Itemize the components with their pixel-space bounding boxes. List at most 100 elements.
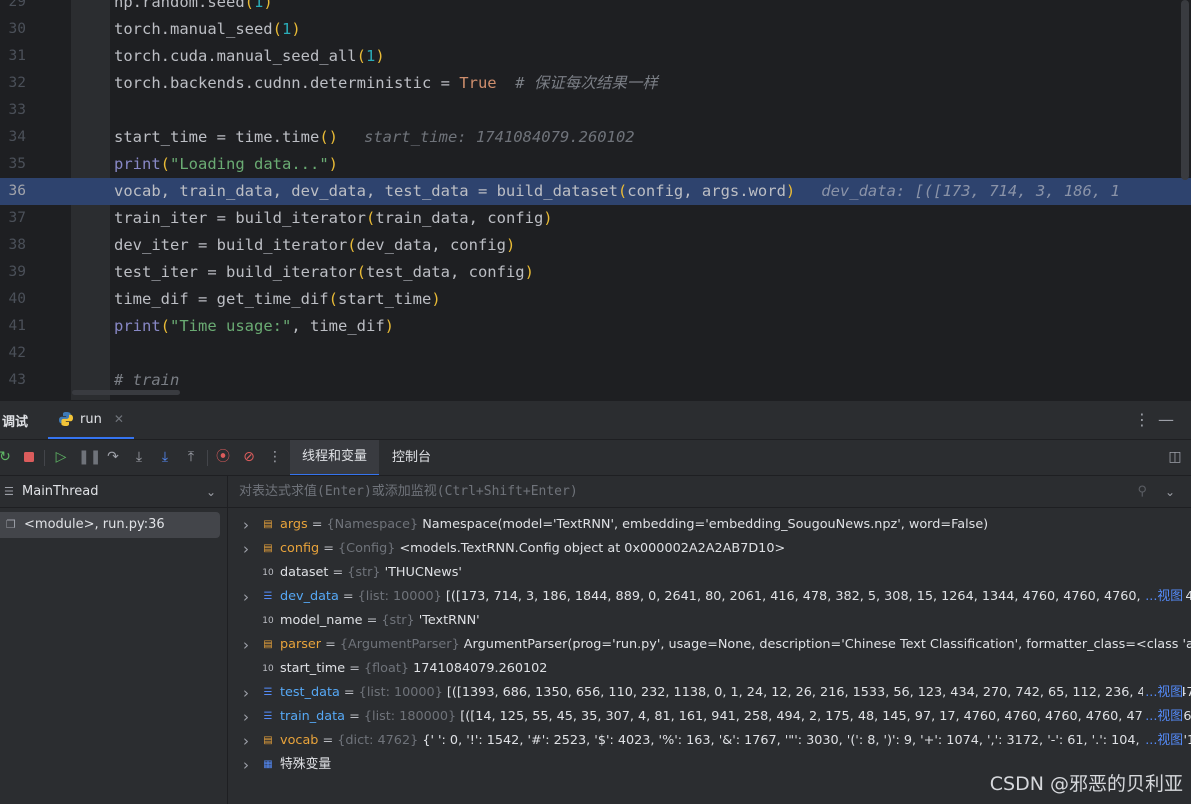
line-number[interactable]: 38 (0, 232, 26, 259)
variable-name: test_data (280, 685, 340, 700)
line-number[interactable]: 41 (0, 313, 26, 340)
variable-type: {Namespace} (326, 517, 419, 532)
variable-row[interactable]: 10 model_name = {str} 'TextRNN' (228, 609, 1191, 633)
expand-chevron-icon[interactable]: › (243, 705, 249, 729)
code-token: ( (347, 236, 357, 254)
view-link[interactable]: ...视图 (1143, 681, 1183, 705)
view-breakpoints-icon[interactable]: ⦿ (214, 448, 232, 466)
code-line[interactable]: 34 start_time = time.time() start_time: 17… (0, 124, 1191, 151)
resume-icon[interactable]: ▷ (52, 448, 70, 466)
line-number[interactable]: 43 (0, 367, 26, 394)
code-editor[interactable]: 29 np.random.seed(1) 30 torch.manual_seed(1… (0, 0, 1191, 400)
minimize-icon[interactable]: — (1158, 410, 1174, 429)
variable-row[interactable]: › ☰ test_data = {list: 10000} [([1393, 686… (228, 681, 1191, 705)
equals-sign: = (345, 709, 364, 724)
layout-icon[interactable]: ◫ (1166, 448, 1184, 466)
line-number[interactable]: 33 (0, 97, 26, 124)
line-number[interactable]: 34 (0, 124, 26, 151)
equals-sign: = (319, 541, 339, 556)
tab-run[interactable]: run ✕ (48, 401, 134, 439)
code-line[interactable]: 41 print("Time usage:", time_dif) (0, 313, 1191, 340)
object-icon: ▤ (263, 519, 273, 530)
line-number[interactable]: 40 (0, 286, 26, 313)
pause-icon[interactable]: ❚❚ (78, 448, 101, 466)
code-token: dev_iter = build_iterator (114, 236, 348, 254)
line-number[interactable]: 39 (0, 259, 26, 286)
expand-chevron-icon[interactable]: › (243, 753, 249, 777)
code-token: dev_data, config (356, 236, 506, 254)
watermark: CSDN @邪恶的贝利亚 (989, 773, 1183, 795)
variable-text: dev_data = {list: 10000} [([173, 714, 3,… (280, 585, 1191, 609)
variable-row[interactable]: › ▤ vocab = {dict: 4762} {' ': 0, '!': 154… (228, 729, 1191, 753)
add-watch-icon[interactable]: ⚲ (1137, 476, 1147, 508)
frame-label: <module>, run.py:36 (24, 517, 165, 532)
code-line[interactable]: 35 print("Loading data...") (0, 151, 1191, 178)
line-number[interactable]: 37 (0, 205, 26, 232)
code-line[interactable]: 38 dev_iter = build_iterator(dev_data, co… (0, 232, 1191, 259)
equals-sign: = (307, 517, 327, 532)
expand-chevron-icon[interactable]: › (243, 729, 249, 753)
expand-chevron-icon[interactable]: › (243, 537, 249, 561)
line-number[interactable]: 35 (0, 151, 26, 178)
code-line[interactable]: 37 train_iter = build_iterator(train_data… (0, 205, 1191, 232)
line-number[interactable]: 31 (0, 43, 26, 70)
variable-row[interactable]: › ☰ train_data = {list: 180000} [([14, 125… (228, 705, 1191, 729)
view-link[interactable]: ...视图 (1143, 705, 1183, 729)
variable-row[interactable]: › ☰ dev_data = {list: 10000} [([173, 714, … (228, 585, 1191, 609)
variable-value: {' ': 0, '!': 1542, '#': 2523, '$': 4023… (422, 733, 1191, 748)
current-execution-line[interactable]: 36 vocab, train_data, dev_data, test_data… (0, 178, 1191, 205)
variable-name: config (280, 541, 320, 556)
code-token: ) (291, 20, 301, 38)
variables-panel: 对表达式求值(Enter)或添加监视(Ctrl+Shift+Enter) ⚲ ⌄… (228, 475, 1191, 804)
rerun-icon[interactable]: ↻ (0, 448, 14, 466)
code-line[interactable]: 39 test_iter = build_iterator(test_data, … (0, 259, 1191, 286)
line-number[interactable]: 36 (0, 178, 26, 205)
evaluate-expression-input[interactable]: 对表达式求值(Enter)或添加监视(Ctrl+Shift+Enter) ⚲ ⌄ (228, 476, 1191, 508)
tab-console[interactable]: 控制台 (380, 440, 443, 476)
more-actions-icon[interactable]: ⋮ (266, 448, 284, 466)
variable-name: parser (280, 637, 322, 652)
code-token: np.random.seed (114, 0, 245, 11)
mute-breakpoints-icon[interactable]: ⊘ (240, 448, 258, 466)
code-token: ( (328, 290, 338, 308)
line-number[interactable]: 42 (0, 340, 26, 367)
step-into-icon[interactable]: ⤓ (130, 448, 148, 466)
code-line[interactable]: 32 torch.backends.cudnn.deterministic = T… (0, 70, 1191, 97)
step-over-icon[interactable]: ↷ (104, 448, 122, 466)
variable-row[interactable]: › ▤ config = {Config} <models.TextRNN.Conf… (228, 537, 1191, 561)
variable-name: model_name (280, 613, 363, 628)
step-into-my-code-icon[interactable]: ⤓ (156, 448, 174, 466)
stack-frame[interactable]: ❐ <module>, run.py:36 (0, 512, 220, 538)
variable-type: {list: 180000} (363, 709, 457, 724)
line-number[interactable]: 29 (0, 0, 26, 16)
horizontal-scrollbar[interactable] (72, 390, 180, 395)
step-out-icon[interactable]: ⤒ (182, 448, 200, 466)
variable-row[interactable]: › ▤ args = {Namespace} Namespace(model='Te… (228, 513, 1191, 537)
object-icon: ▤ (263, 735, 273, 746)
tab-threads-variables[interactable]: 线程和变量 (290, 440, 380, 476)
variable-row[interactable]: › ▤ parser = {ArgumentParser} ArgumentPars… (228, 633, 1191, 657)
expand-chevron-icon[interactable]: › (243, 633, 249, 657)
inline-debug-value: start_time: 1741084079.260102 (363, 128, 635, 146)
code-line[interactable]: 29 np.random.seed(1) (0, 0, 1191, 16)
variable-row[interactable]: 10 start_time = {float} 1741084079.260102 (228, 657, 1191, 681)
view-link[interactable]: ...视图 (1143, 585, 1183, 609)
close-icon[interactable]: ✕ (114, 412, 124, 426)
expand-chevron-icon[interactable]: › (243, 681, 249, 705)
chevron-down-icon[interactable]: ⌄ (1165, 476, 1175, 508)
expand-chevron-icon[interactable]: › (243, 585, 249, 609)
code-line[interactable]: 40 time_dif = get_time_dif(start_time) (0, 286, 1191, 313)
more-options-icon[interactable]: ⋮ (1134, 410, 1150, 429)
code-line[interactable]: 30 torch.manual_seed(1) (0, 16, 1191, 43)
variable-row[interactable]: 10 dataset = {str} 'THUCNews' (228, 561, 1191, 585)
expand-chevron-icon[interactable]: › (243, 513, 249, 537)
view-link[interactable]: ...视图 (1143, 729, 1183, 753)
stop-icon[interactable] (20, 448, 38, 466)
vertical-scrollbar[interactable] (1181, 0, 1189, 180)
thread-selector[interactable]: ☰ MainThread ⌄ (0, 476, 228, 508)
line-number[interactable]: 32 (0, 70, 26, 97)
line-number[interactable]: 30 (0, 16, 26, 43)
code-line[interactable]: 42 (0, 340, 1191, 367)
code-line[interactable]: 31 torch.cuda.manual_seed_all(1) (0, 43, 1191, 70)
code-line[interactable]: 33 (0, 97, 1191, 124)
